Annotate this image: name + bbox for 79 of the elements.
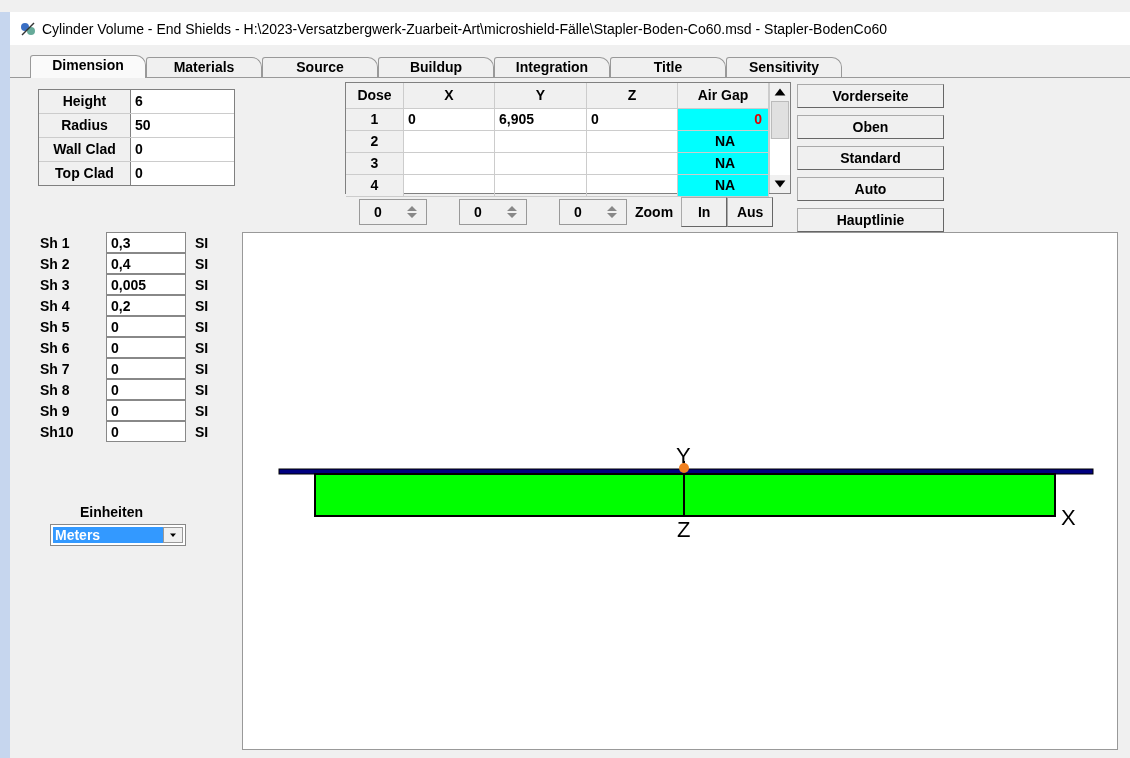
- spin-field[interactable]: 0: [359, 199, 427, 225]
- shield-field[interactable]: 0,4: [106, 253, 186, 274]
- view-button[interactable]: Auto: [797, 177, 944, 201]
- shield-field[interactable]: 0: [106, 379, 186, 400]
- column-header: X: [404, 83, 495, 108]
- shield-field[interactable]: 0,3: [106, 232, 186, 253]
- column-header: Dose: [346, 83, 404, 108]
- scrollbar[interactable]: [769, 83, 790, 193]
- view-button[interactable]: Hauptlinie: [797, 208, 944, 232]
- shield-label: Sh 9: [40, 402, 71, 419]
- shield-label: Sh10: [40, 423, 75, 440]
- shield-field[interactable]: 0: [106, 316, 186, 337]
- dimension-field[interactable]: 0: [131, 138, 234, 161]
- shield-field[interactable]: 0: [106, 358, 186, 379]
- view-button[interactable]: Vorderseite: [797, 84, 944, 108]
- dimension-label: Wall Clad: [39, 138, 131, 161]
- shield-label: Sh 6: [40, 339, 71, 356]
- view-button[interactable]: Standard: [797, 146, 944, 170]
- shield-label: Sh 1: [40, 234, 71, 251]
- zoom-button[interactable]: In: [681, 197, 728, 227]
- column-header: Air Gap: [678, 83, 769, 108]
- spin-field[interactable]: 0: [559, 199, 627, 225]
- table-cell[interactable]: NA: [678, 153, 769, 174]
- units-label: Einheiten: [80, 504, 144, 520]
- unit-label: SI: [195, 402, 209, 419]
- tab[interactable]: Sensitivity: [726, 57, 842, 77]
- table-cell[interactable]: NA: [678, 131, 769, 152]
- shield-label: Sh 4: [40, 297, 71, 314]
- dimension-label: Radius: [39, 114, 131, 137]
- dimension-label: Top Clad: [39, 162, 131, 185]
- tab[interactable]: Integration: [494, 57, 610, 77]
- unit-label: SI: [195, 255, 209, 272]
- dimension-field[interactable]: 50: [131, 114, 234, 137]
- shield-label: Sh 8: [40, 381, 71, 398]
- tab[interactable]: Source: [262, 57, 378, 77]
- shield-field[interactable]: 0: [106, 421, 186, 442]
- table-cell[interactable]: 0: [678, 109, 769, 130]
- zoom-button[interactable]: Aus: [727, 197, 774, 227]
- app-icon: [20, 20, 36, 37]
- unit-label: SI: [195, 423, 209, 440]
- dimension-label: Height: [39, 90, 131, 113]
- row-header: 3: [346, 153, 404, 174]
- shield-field[interactable]: 0,005: [106, 274, 186, 295]
- shield-field[interactable]: 0: [106, 337, 186, 358]
- dose-point: [679, 463, 689, 473]
- unit-label: SI: [195, 381, 209, 398]
- column-header: Z: [587, 83, 678, 108]
- spin-field[interactable]: 0: [459, 199, 527, 225]
- dimension-field[interactable]: 6: [131, 90, 234, 113]
- tab[interactable]: Dimension: [30, 55, 146, 78]
- unit-label: SI: [195, 297, 209, 314]
- table-cell[interactable]: NA: [678, 175, 769, 196]
- zoom-label: Zoom: [635, 204, 674, 220]
- shield-field[interactable]: 0: [106, 400, 186, 421]
- tab[interactable]: Title: [610, 57, 726, 77]
- row-header: 2: [346, 131, 404, 152]
- row-header: 4: [346, 175, 404, 196]
- unit-label: SI: [195, 360, 209, 377]
- column-header: Y: [495, 83, 587, 108]
- axis-label: X: [1061, 507, 1076, 529]
- shield-label: Sh 2: [40, 255, 71, 272]
- shield-label: Sh 5: [40, 318, 71, 335]
- shield-field[interactable]: 0,2: [106, 295, 186, 316]
- tab[interactable]: Materials: [146, 57, 262, 77]
- unit-label: SI: [195, 276, 209, 293]
- window-title: Cylinder Volume - End Shields - H:\2023-Versatzbergwerk-Zuarbeit-Art\microshield-Fälle\Stapler-Boden-Co60.msd - Stapler-BodenCo60: [42, 20, 888, 37]
- view-button[interactable]: Oben: [797, 115, 944, 139]
- shield-label: Sh 3: [40, 276, 71, 293]
- unit-label: SI: [195, 318, 209, 335]
- row-header: 1: [346, 109, 404, 130]
- unit-label: SI: [195, 234, 209, 251]
- unit-label: SI: [195, 339, 209, 356]
- shield-label: Sh 7: [40, 360, 71, 377]
- dimension-field[interactable]: 0: [131, 162, 234, 185]
- tab[interactable]: Buildup: [378, 57, 494, 77]
- table-cell[interactable]: 6,905: [495, 109, 587, 130]
- table-cell[interactable]: 0: [404, 109, 495, 130]
- axis-label: Z: [677, 519, 691, 541]
- axis-label: Y: [676, 445, 691, 467]
